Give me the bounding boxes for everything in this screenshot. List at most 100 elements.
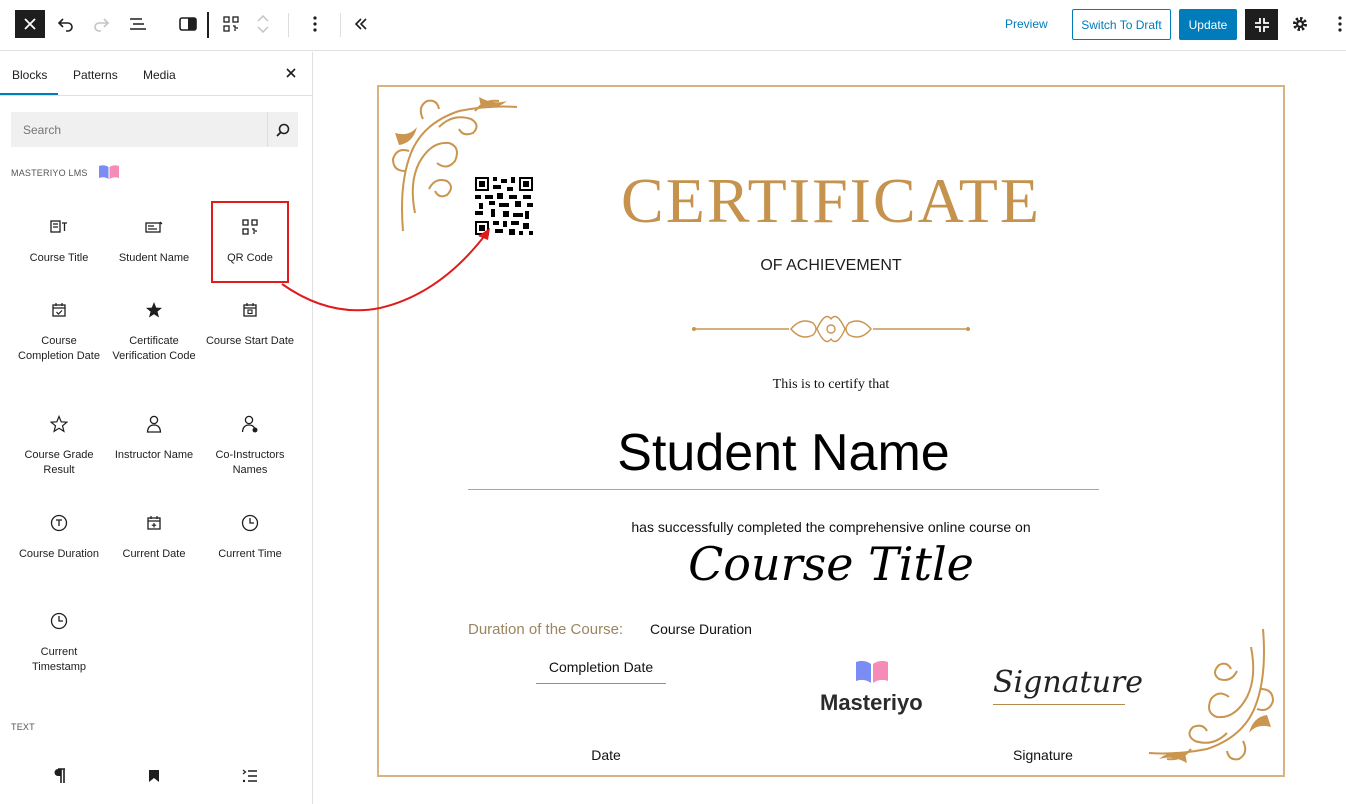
block-label: Course Grade Result [24,449,94,476]
settings-button[interactable] [1286,10,1314,38]
masteriyo-logo-icon [98,164,120,180]
category-heading-masteriyo: MASTERIYO LMS [11,168,88,178]
block-label: Course Title [29,252,89,264]
block-course-grade-result[interactable]: Course Grade Result [13,413,105,478]
block-co-instructors-names[interactable]: Co-Instructors Names [204,413,296,478]
more-vertical-icon [313,16,317,32]
undo-button[interactable] [52,10,80,38]
search-input[interactable] [11,112,267,147]
inserter-tabs: Blocks Patterns Media [0,52,312,96]
student-name-field[interactable]: Student Name [468,423,1099,490]
chevrons-left-icon [354,18,367,30]
qr-code-icon [223,16,239,32]
close-icon [286,68,296,78]
category-heading-text: TEXT [11,722,35,732]
completed-text[interactable]: has successfully completed the comprehen… [379,519,1283,535]
block-label: Certificate Verification Code [112,335,196,362]
block-inserter-sidebar: Blocks Patterns Media MASTERIYO LMS [0,52,313,804]
columns-icon [179,17,197,31]
user-icon [108,413,200,435]
collapse-toolbar-button[interactable] [347,10,375,38]
block-layout-toggle[interactable] [174,10,202,38]
block-paragraph[interactable] [13,765,105,787]
course-duration-field[interactable]: Course Duration [650,621,752,637]
block-current-timestamp[interactable]: Current Timestamp [13,610,105,675]
completion-date-field[interactable]: Completion Date [536,659,666,684]
chevron-up-down-icon [257,14,269,34]
date-label[interactable]: Date [536,747,676,763]
star-badge-icon [108,299,200,321]
block-qr-code[interactable]: QR Code [204,216,296,266]
block-course-start-date[interactable]: Course Start Date [204,299,296,349]
block-current-time[interactable]: Current Time [204,512,296,562]
calendar-icon [204,299,296,321]
certificate-title[interactable]: CERTIFICATE [379,164,1283,238]
tab-blocks[interactable]: Blocks [12,68,47,82]
course-title-field[interactable]: Course Title [379,537,1283,591]
certify-text[interactable]: This is to certify that [379,377,1283,393]
certificate-subtitle[interactable]: OF ACHIEVEMENT [379,257,1283,275]
block-certificate-verification-code[interactable]: Certificate Verification Code [108,299,200,364]
block-label: Course Duration [18,548,100,560]
list-view-icon [130,18,146,30]
clock-icon [204,512,296,534]
calendar-plus-icon [108,512,200,534]
block-label: Current Time [218,548,282,560]
active-tab-indicator [0,93,58,95]
close-inserter-button[interactable] [283,65,299,81]
undo-icon [57,18,73,32]
close-icon [24,18,36,30]
preview-link[interactable]: Preview [1005,17,1048,31]
close-editor-button[interactable] [15,10,45,38]
paragraph-icon [13,765,105,787]
redo-icon [94,18,110,32]
exit-fullscreen-button[interactable] [1245,9,1278,40]
list-icon [204,765,296,787]
redo-button[interactable] [87,10,115,38]
editor-canvas: CERTIFICATE OF ACHIEVEMENT This is to ce… [314,52,1346,804]
toolbar-divider [207,12,209,38]
move-block-button[interactable] [249,10,277,38]
calendar-check-icon [13,299,105,321]
toolbar-divider [288,13,289,37]
block-bookmark[interactable] [108,765,200,787]
update-button[interactable]: Update [1179,9,1237,40]
block-student-name[interactable]: Student Name [108,216,200,266]
minimize-icon [1254,17,1269,32]
tab-patterns[interactable]: Patterns [73,68,118,82]
switch-to-draft-button[interactable]: Switch To Draft [1072,9,1171,40]
bookmark-icon [108,765,200,787]
timer-icon [13,512,105,534]
block-current-date[interactable]: Current Date [108,512,200,562]
block-label: Current Date [122,548,186,560]
star-icon [13,413,105,435]
search-button[interactable] [267,112,298,147]
divider-ornament-icon [692,315,970,343]
block-search [11,112,298,147]
block-label: Current Timestamp [32,646,86,673]
block-course-duration[interactable]: Course Duration [13,512,105,562]
block-label: Course Start Date [205,335,295,347]
duration-label[interactable]: Duration of the Course: [468,621,623,638]
block-type-button[interactable] [217,10,245,38]
certificate: CERTIFICATE OF ACHIEVEMENT This is to ce… [377,85,1285,777]
block-course-completion-date[interactable]: Course Completion Date [13,299,105,364]
block-instructor-name[interactable]: Instructor Name [108,413,200,463]
tab-media[interactable]: Media [143,68,176,82]
block-options-button[interactable] [301,10,329,38]
editor-toolbar: Preview Switch To Draft Update [0,0,1346,51]
qr-code-icon [204,216,296,238]
student-name-icon [108,216,200,238]
block-course-title[interactable]: Course Title [13,216,105,266]
signature-image[interactable]: Signature [993,665,1143,705]
signature-label[interactable]: Signature [973,747,1113,763]
masteriyo-logo-icon [856,660,888,683]
block-label: Course Completion Date [18,335,100,362]
more-vertical-icon [1338,16,1342,32]
block-label: Co-Instructors Names [215,449,285,476]
block-list[interactable] [204,765,296,787]
options-menu-button[interactable] [1326,10,1346,38]
block-label: Student Name [118,252,190,264]
document-overview-button[interactable] [124,10,152,38]
course-title-icon [13,216,105,238]
